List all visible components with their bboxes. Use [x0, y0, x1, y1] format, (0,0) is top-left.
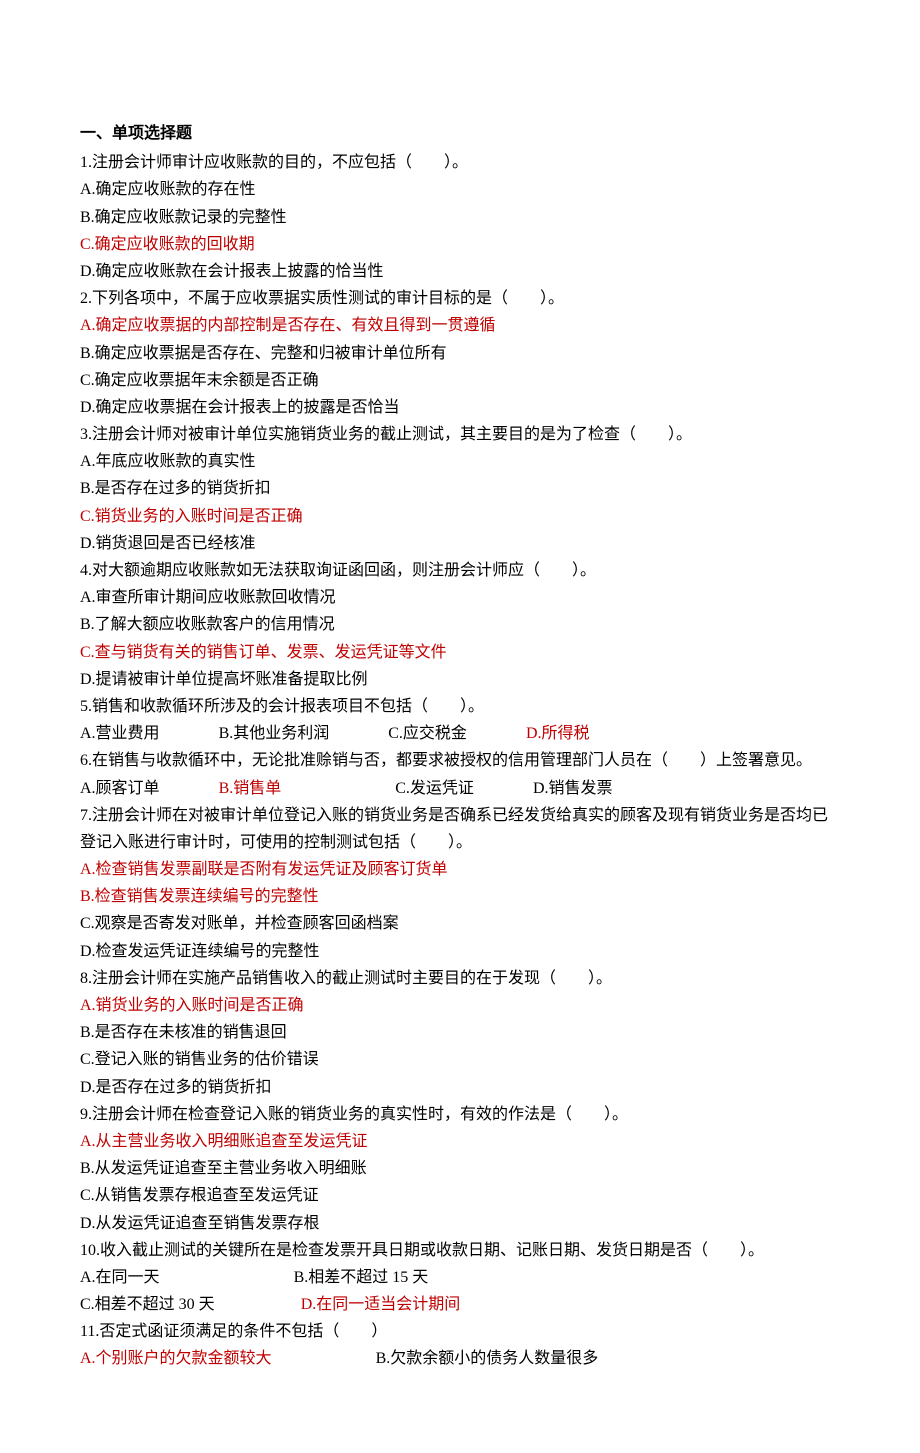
q6-options-row: A.顾客订单 B.销售单 C.发运凭证 D.销售发票 — [80, 775, 840, 802]
q2-option-a: A.确定应收票据的内部控制是否存在、有效且得到一贯遵循 — [80, 312, 840, 339]
q11-option-b: B.欠款余额小的债务人数量很多 — [376, 1345, 599, 1372]
q10-option-d: D.在同一适当会计期间 — [301, 1291, 461, 1318]
q1-option-c: C.确定应收账款的回收期 — [80, 231, 840, 258]
q6-option-d: D.销售发票 — [533, 775, 613, 802]
q6-option-c: C.发运凭证 — [395, 775, 474, 802]
q11-option-a: A.个别账户的欠款金额较大 — [80, 1345, 272, 1372]
q5-option-a: A.营业费用 — [80, 720, 160, 747]
q10-option-a: A.在同一天 — [80, 1264, 160, 1291]
q5-option-c: C.应交税金 — [388, 720, 467, 747]
q4-stem: 4.对大额逾期应收账款如无法获取询证函回函，则注册会计师应（ ）。 — [80, 557, 840, 584]
q8-option-d: D.是否存在过多的销货折扣 — [80, 1074, 840, 1101]
q10-stem: 10.收入截止测试的关键所在是检查发票开具日期或收款日期、记账日期、发货日期是否… — [80, 1237, 840, 1264]
q3-stem: 3.注册会计师对被审计单位实施销货业务的截止测试，其主要目的是为了检查（ ）。 — [80, 421, 840, 448]
q4-option-a: A.审查所审计期间应收账款回收情况 — [80, 584, 840, 611]
q9-option-d: D.从发运凭证追查至销售发票存根 — [80, 1210, 840, 1237]
q1-option-b: B.确定应收账款记录的完整性 — [80, 204, 840, 231]
q7-option-c: C.观察是否寄发对账单，并检查顾客回函档案 — [80, 910, 840, 937]
q7-stem-line1: 7.注册会计师在对被审计单位登记入账的销货业务是否确系已经发货给真实的顾客及现有… — [80, 802, 840, 829]
q4-option-d: D.提请被审计单位提高坏账准备提取比例 — [80, 666, 840, 693]
q7-option-a: A.检查销售发票副联是否附有发运凭证及顾客订货单 — [80, 856, 840, 883]
q10-option-b: B.相差不超过 15 天 — [294, 1264, 429, 1291]
q10-options-row2: C.相差不超过 30 天 D.在同一适当会计期间 — [80, 1291, 840, 1318]
q5-stem: 5.销售和收款循环所涉及的会计报表项目不包括（ ）。 — [80, 693, 840, 720]
q1-stem: 1.注册会计师审计应收账款的目的，不应包括（ ）。 — [80, 149, 840, 176]
q4-option-b: B.了解大额应收账款客户的信用情况 — [80, 611, 840, 638]
q1-option-a: A.确定应收账款的存在性 — [80, 176, 840, 203]
q5-option-d: D.所得税 — [526, 720, 590, 747]
q9-option-a: A.从主营业务收入明细账追查至发运凭证 — [80, 1128, 840, 1155]
q2-option-b: B.确定应收票据是否存在、完整和归被审计单位所有 — [80, 340, 840, 367]
q6-stem: 6.在销售与收款循环中，无论批准赊销与否，都要求被授权的信用管理部门人员在（ ）… — [80, 747, 840, 774]
q5-option-b: B.其他业务利润 — [219, 720, 330, 747]
q3-option-c: C.销货业务的入账时间是否正确 — [80, 503, 840, 530]
q3-option-d: D.销货退回是否已经核准 — [80, 530, 840, 557]
q9-stem: 9.注册会计师在检查登记入账的销货业务的真实性时，有效的作法是（ ）。 — [80, 1101, 840, 1128]
q8-option-a: A.销货业务的入账时间是否正确 — [80, 992, 840, 1019]
q10-options-row1: A.在同一天 B.相差不超过 15 天 — [80, 1264, 840, 1291]
q8-option-c: C.登记入账的销售业务的估价错误 — [80, 1046, 840, 1073]
q2-stem: 2.下列各项中，不属于应收票据实质性测试的审计目标的是（ ）。 — [80, 285, 840, 312]
q11-stem: 11.否定式函证须满足的条件不包括（ ） — [80, 1318, 840, 1345]
q9-option-b: B.从发运凭证追查至主营业务收入明细账 — [80, 1155, 840, 1182]
q3-option-a: A.年底应收账款的真实性 — [80, 448, 840, 475]
section-title: 一、单项选择题 — [80, 120, 840, 147]
q3-option-b: B.是否存在过多的销货折扣 — [80, 475, 840, 502]
q2-option-d: D.确定应收票据在会计报表上的披露是否恰当 — [80, 394, 840, 421]
q5-options-row: A.营业费用 B.其他业务利润 C.应交税金 D.所得税 — [80, 720, 840, 747]
q9-option-c: C.从销售发票存根追查至发运凭证 — [80, 1182, 840, 1209]
q10-option-c: C.相差不超过 30 天 — [80, 1291, 215, 1318]
q7-stem-line2: 登记入账进行审计时，可使用的控制测试包括（ ）。 — [80, 829, 840, 856]
q8-option-b: B.是否存在未核准的销售退回 — [80, 1019, 840, 1046]
q7-option-d: D.检查发运凭证连续编号的完整性 — [80, 938, 840, 965]
q11-options-row: A.个别账户的欠款金额较大 B.欠款余额小的债务人数量很多 — [80, 1345, 840, 1372]
q6-option-b: B.销售单 — [219, 775, 282, 802]
q7-option-b: B.检查销售发票连续编号的完整性 — [80, 883, 840, 910]
q1-option-d: D.确定应收账款在会计报表上披露的恰当性 — [80, 258, 840, 285]
q8-stem: 8.注册会计师在实施产品销售收入的截止测试时主要目的在于发现（ ）。 — [80, 965, 840, 992]
q4-option-c: C.查与销货有关的销售订单、发票、发运凭证等文件 — [80, 639, 840, 666]
q2-option-c: C.确定应收票据年末余额是否正确 — [80, 367, 840, 394]
q6-option-a: A.顾客订单 — [80, 775, 160, 802]
